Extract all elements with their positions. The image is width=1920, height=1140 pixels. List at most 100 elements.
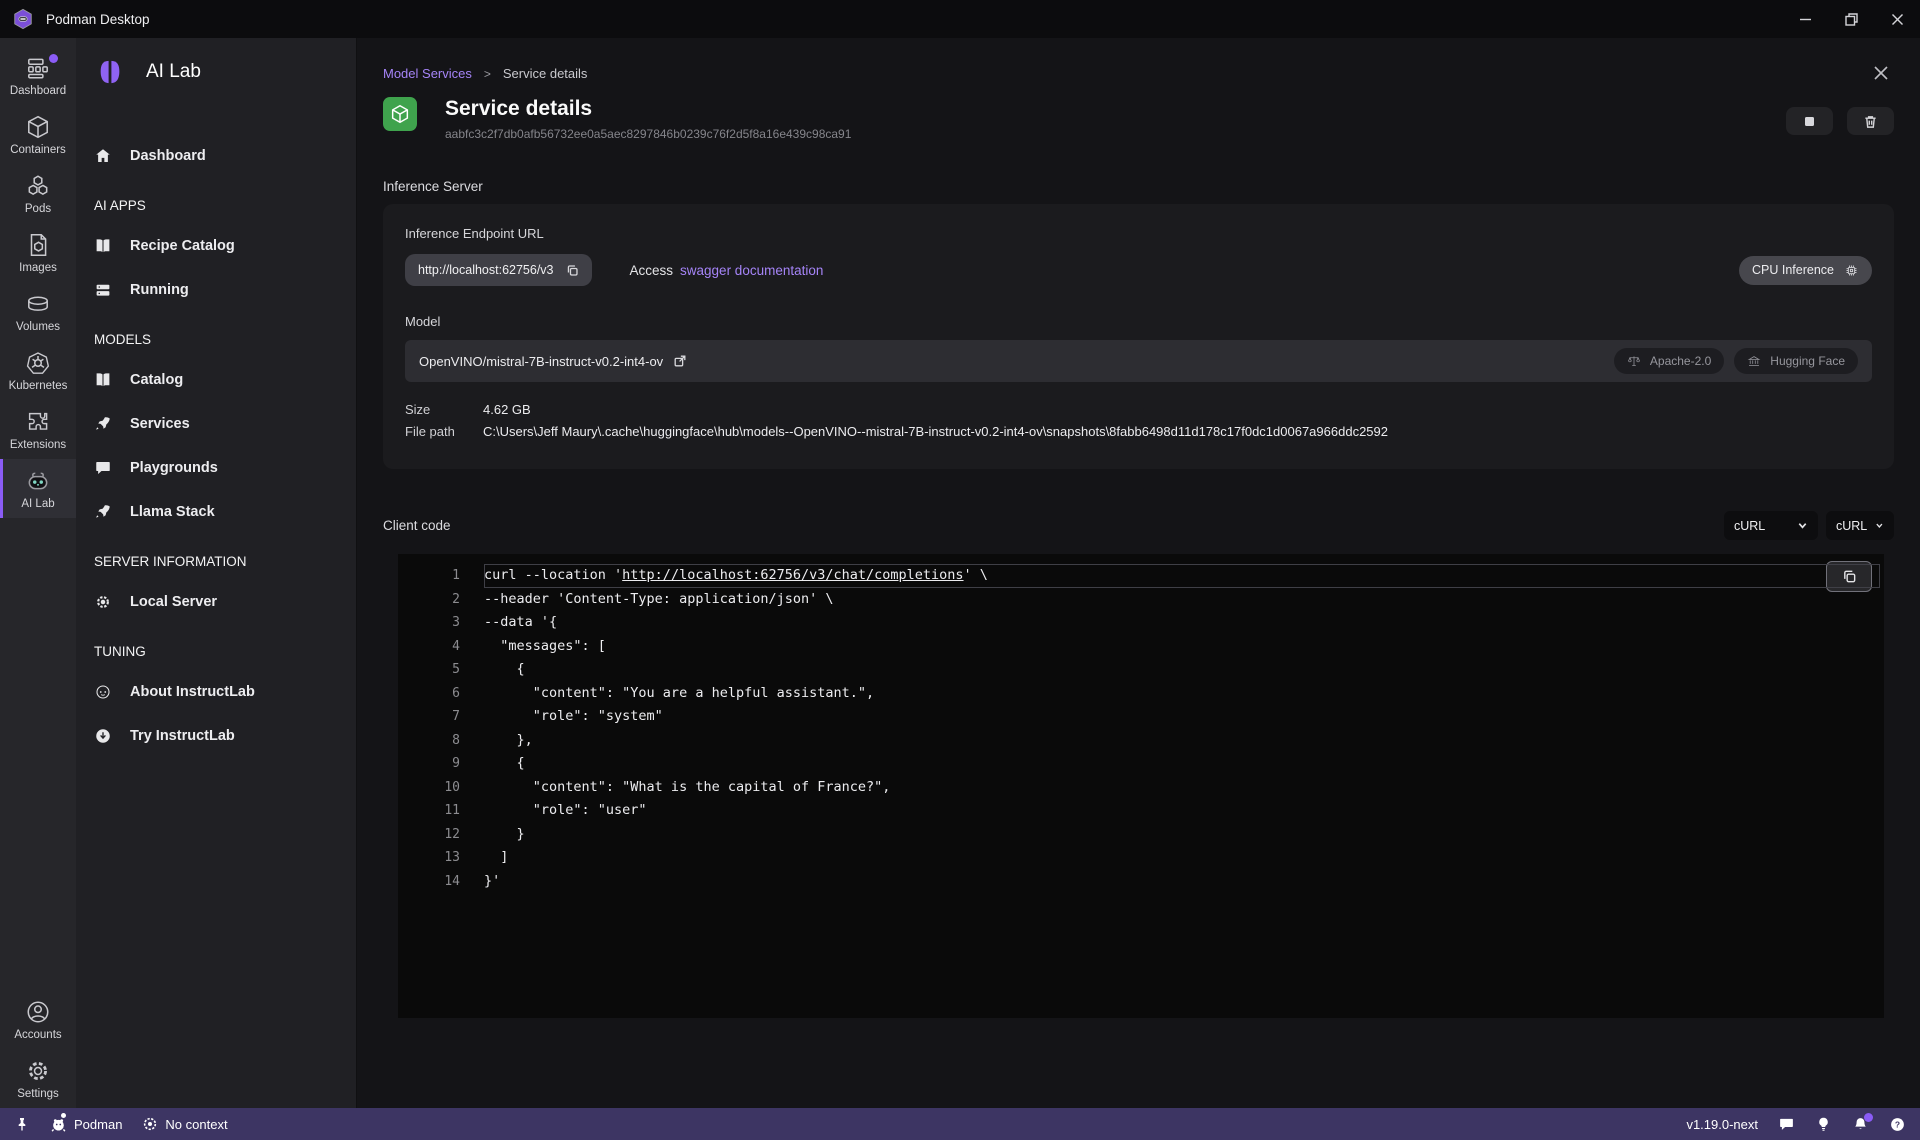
code-text: --data '{ <box>484 611 557 635</box>
line-number: 8 <box>398 729 484 753</box>
code-text: curl --location ' <box>484 567 622 583</box>
client-code-editor: 1 curl --location 'http://localhost:6275… <box>398 554 1884 1018</box>
code-text: ' \ <box>964 567 988 583</box>
language-select[interactable]: cURL <box>1724 511 1818 540</box>
minimize-button[interactable] <box>1782 0 1828 38</box>
accounts-icon <box>25 999 51 1025</box>
server-stack-icon <box>94 281 112 299</box>
activity-label: Accounts <box>14 1029 61 1041</box>
restore-button[interactable] <box>1828 0 1874 38</box>
podman-seal-icon <box>50 1116 67 1133</box>
close-icon <box>1872 64 1890 82</box>
activity-item-images[interactable]: Images <box>0 223 76 282</box>
code-line: 14 }' <box>398 870 1884 894</box>
size-label: Size <box>405 399 483 421</box>
ai-lab-nav-panel: AI Lab Dashboard AI APPS Recipe Catalog <box>76 38 357 1108</box>
activity-item-accounts[interactable]: Accounts <box>0 990 76 1049</box>
activity-item-extensions[interactable]: Extensions <box>0 400 76 459</box>
stop-icon <box>1802 114 1817 129</box>
code-line: 13 ] <box>398 846 1884 870</box>
close-details-button[interactable] <box>1872 64 1890 82</box>
comment-icon <box>94 459 112 477</box>
trash-icon <box>1863 114 1878 129</box>
nav-item-try-instructlab[interactable]: Try InstructLab <box>76 714 356 758</box>
client-code-label: Client code <box>383 518 451 533</box>
delete-service-button[interactable] <box>1847 107 1894 135</box>
code-text: } <box>484 823 525 847</box>
pin-button[interactable] <box>14 1116 30 1132</box>
line-number: 14 <box>398 870 484 894</box>
activity-item-volumes[interactable]: Volumes <box>0 282 76 341</box>
activity-item-pods[interactable]: Pods <box>0 164 76 223</box>
help-button[interactable]: ? <box>1889 1116 1906 1133</box>
registry-badge-label: Hugging Face <box>1770 354 1845 368</box>
service-status-icon <box>383 97 417 131</box>
nav-item-label: Services <box>130 416 190 432</box>
activity-item-dashboard[interactable]: Dashboard <box>0 46 76 105</box>
breadcrumb-separator: > <box>484 67 491 81</box>
inference-server-card: Inference Endpoint URL http://localhost:… <box>383 204 1894 469</box>
line-number: 5 <box>398 658 484 682</box>
nav-item-playgrounds[interactable]: Playgrounds <box>76 446 356 490</box>
breadcrumb-current: Service details <box>503 66 588 81</box>
feedback-button[interactable] <box>1778 1116 1795 1133</box>
code-text: { <box>484 658 525 682</box>
activity-item-settings[interactable]: Settings <box>0 1049 76 1108</box>
endpoint-url-pill[interactable]: http://localhost:62756/v3 <box>405 254 592 286</box>
code-url-link[interactable]: http://localhost:62756/v3/chat/completio… <box>622 567 963 583</box>
nav-item-label: Running <box>130 282 189 298</box>
code-line: 10 "content": "What is the capital of Fr… <box>398 776 1884 800</box>
nav-item-label: Dashboard <box>130 148 206 164</box>
nav-item-label: Playgrounds <box>130 460 218 476</box>
kubernetes-context-status[interactable]: No context <box>142 1116 227 1132</box>
nav-item-services[interactable]: Services <box>76 402 356 446</box>
nav-item-about-instructlab[interactable]: About InstructLab <box>76 670 356 714</box>
stop-service-button[interactable] <box>1786 107 1833 135</box>
line-number: 1 <box>398 564 484 588</box>
code-text: "role": "user" <box>484 799 647 823</box>
close-window-button[interactable] <box>1874 0 1920 38</box>
activity-label: Images <box>19 262 57 274</box>
code-line: 8 }, <box>398 729 1884 753</box>
nav-item-label: About InstructLab <box>130 684 255 700</box>
size-value: 4.62 GB <box>483 399 531 421</box>
external-link-icon[interactable] <box>673 354 687 368</box>
nav-section-tuning: TUNING <box>76 632 356 670</box>
nav-item-local-server[interactable]: Local Server <box>76 580 356 624</box>
activity-label: Settings <box>17 1088 59 1100</box>
nav-section-models: MODELS <box>76 320 356 358</box>
activity-item-containers[interactable]: Containers <box>0 105 76 164</box>
nav-item-llama-stack[interactable]: Llama Stack <box>76 490 356 534</box>
variant-select[interactable]: cURL <box>1826 511 1894 540</box>
model-label: Model <box>405 314 1872 329</box>
notifications-button[interactable] <box>1852 1116 1869 1133</box>
code-line: 5 { <box>398 658 1884 682</box>
status-bar: Podman No context v1.19.0-next <box>0 1108 1920 1140</box>
settings-gear-icon <box>25 1058 51 1084</box>
copy-icon[interactable] <box>566 264 579 277</box>
inference-server-section-label: Inference Server <box>383 179 1894 194</box>
line-number: 7 <box>398 705 484 729</box>
nav-item-recipe-catalog[interactable]: Recipe Catalog <box>76 224 356 268</box>
activity-label: AI Lab <box>21 498 54 510</box>
home-icon <box>94 147 112 165</box>
swagger-documentation-link[interactable]: swagger documentation <box>680 263 823 278</box>
line-number: 3 <box>398 611 484 635</box>
nav-item-catalog[interactable]: Catalog <box>76 358 356 402</box>
nav-item-dashboard[interactable]: Dashboard <box>76 134 356 178</box>
line-number: 4 <box>398 635 484 659</box>
code-text: { <box>484 752 525 776</box>
nav-item-running[interactable]: Running <box>76 268 356 312</box>
nav-item-label: Local Server <box>130 594 217 610</box>
service-id: aabfc3c2f7db0afb56732ee0a5aec8297846b023… <box>445 127 851 141</box>
breadcrumb-model-services[interactable]: Model Services <box>383 66 472 81</box>
nav-item-label: Catalog <box>130 372 183 388</box>
code-text: --header 'Content-Type: application/json… <box>484 588 834 612</box>
code-line: 1 curl --location 'http://localhost:6275… <box>398 564 1884 588</box>
activity-item-ai-lab[interactable]: AI Lab <box>0 459 76 518</box>
cpu-inference-badge: CPU Inference <box>1739 256 1872 285</box>
activity-item-kubernetes[interactable]: Kubernetes <box>0 341 76 400</box>
download-circle-icon <box>94 727 112 745</box>
podman-machine-status[interactable]: Podman <box>50 1116 122 1133</box>
share-idea-button[interactable] <box>1815 1116 1832 1133</box>
